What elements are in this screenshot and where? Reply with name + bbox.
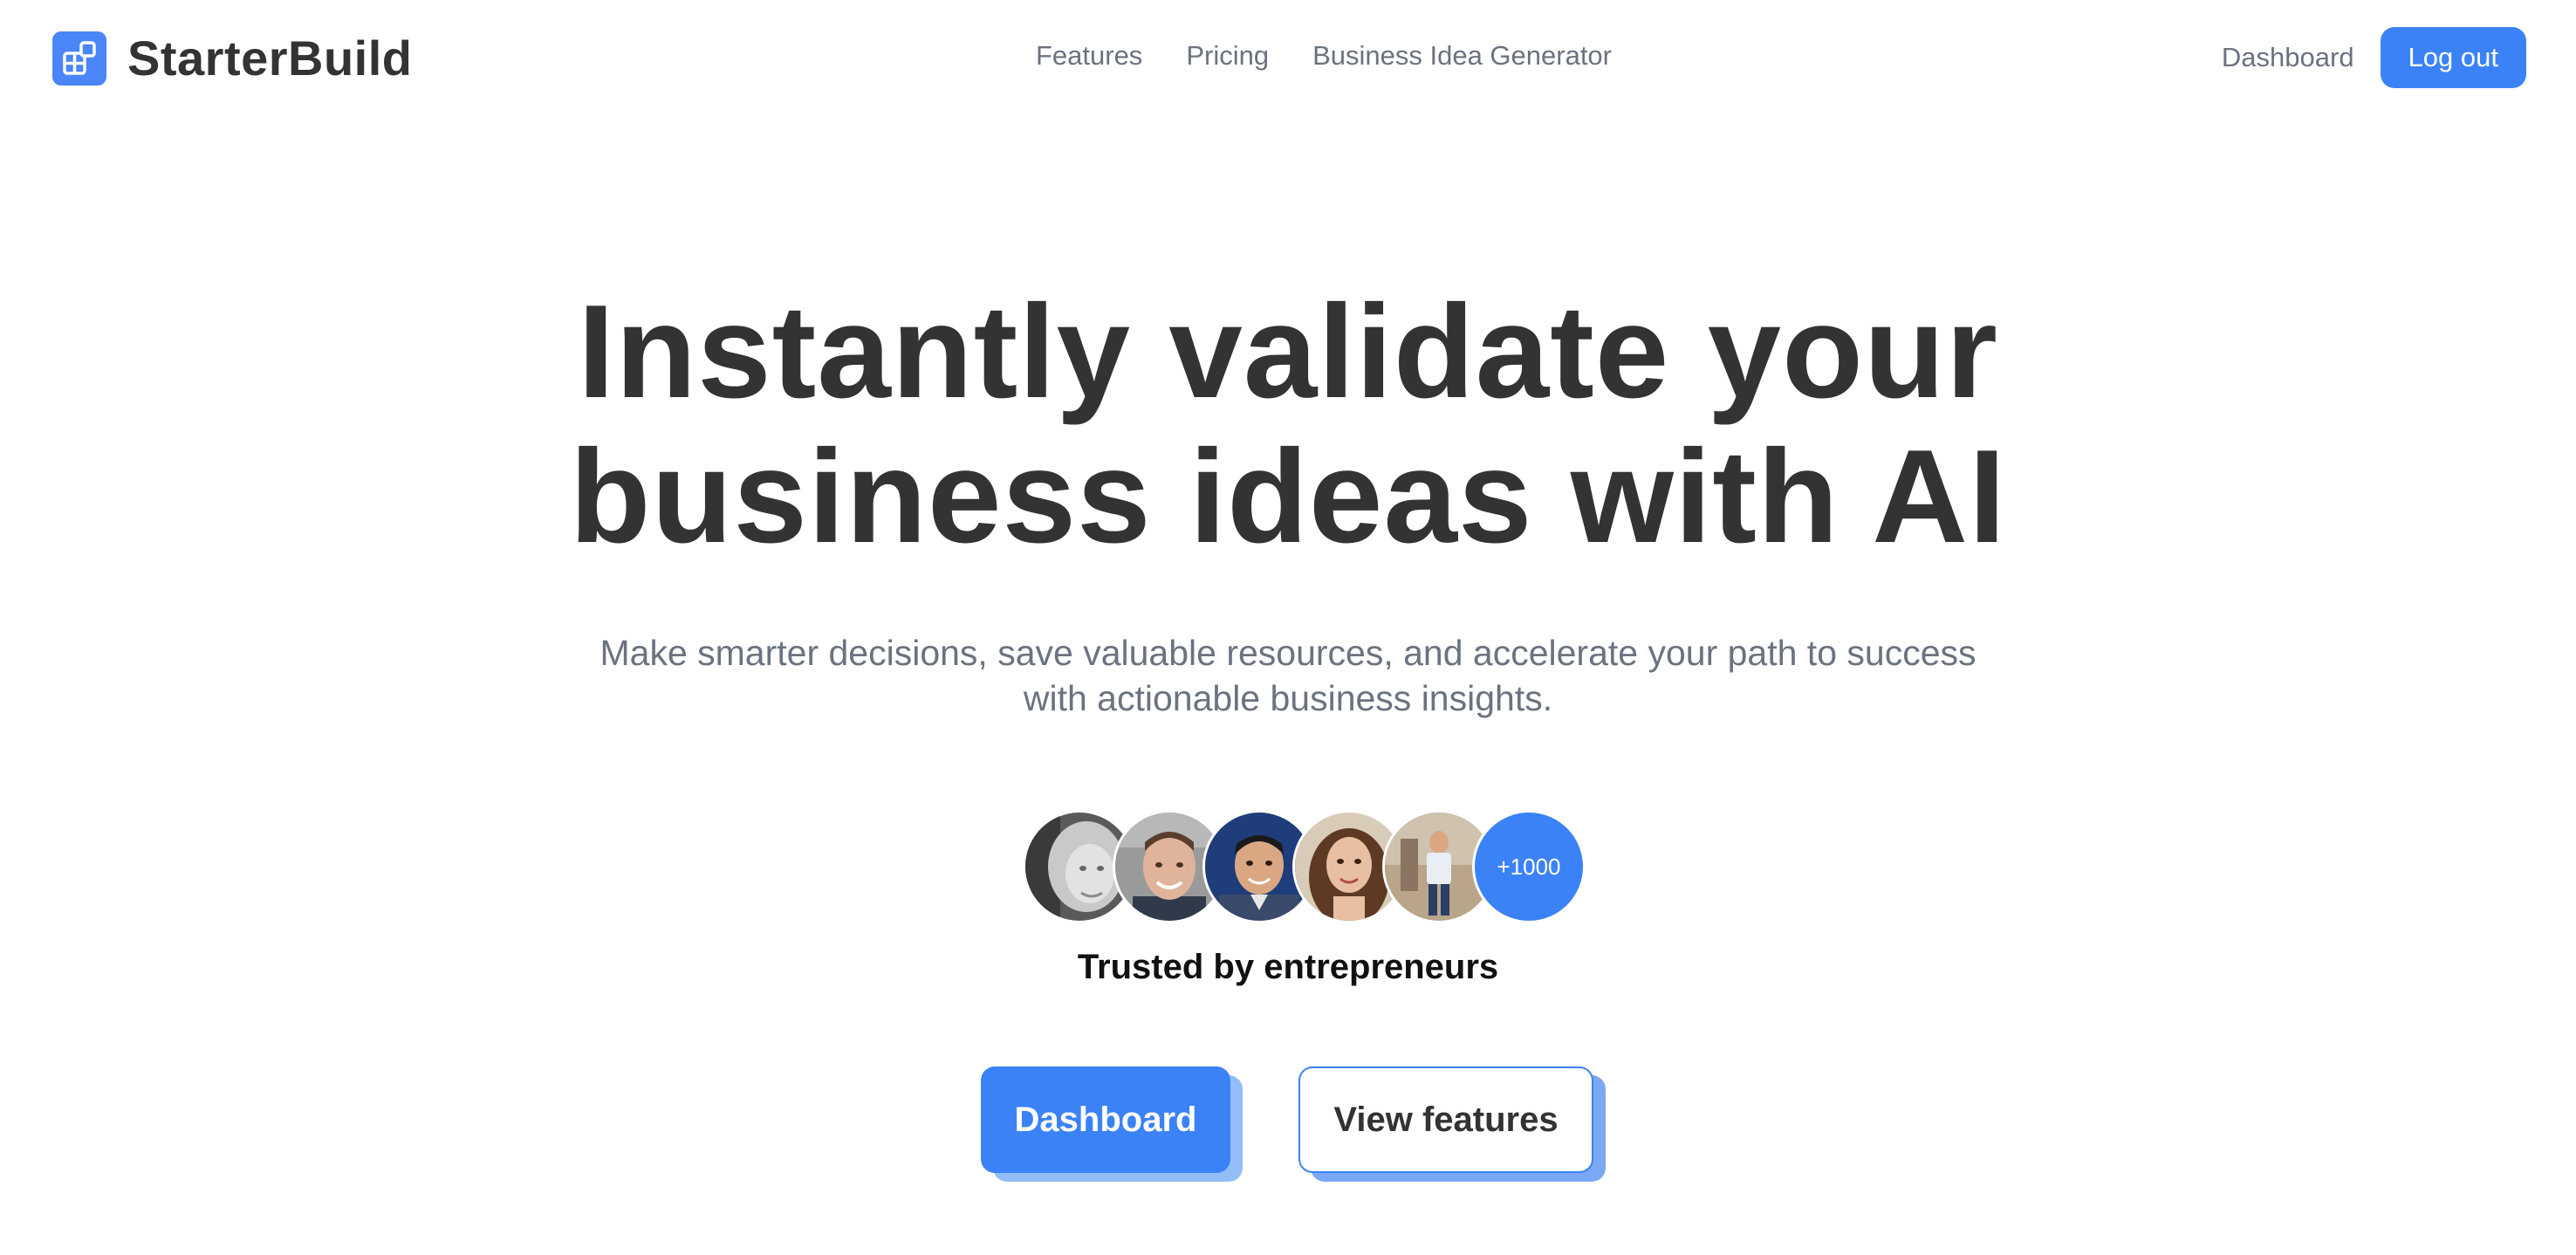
header-actions: Dashboard Log out: [2222, 27, 2526, 88]
nav-item-features[interactable]: Features: [1036, 40, 1142, 72]
brand-logo-link[interactable]: StarterBuild: [52, 30, 413, 86]
hero-subheadline-line-1: Make smarter decisions, save valuable re…: [599, 633, 1977, 673]
hero-subheadline-line-2: with actionable business insights.: [1023, 678, 1553, 718]
avatar-count-badge: +1000: [1472, 810, 1586, 923]
avatar-stack: +1000: [1023, 810, 1586, 923]
dashboard-cta-button[interactable]: Dashboard: [981, 1066, 1230, 1173]
hero-headline-line-1: Instantly validate your: [578, 278, 1998, 426]
brand-name: StarterBuild: [127, 31, 413, 86]
view-features-button[interactable]: View features: [1298, 1066, 1593, 1173]
header-dashboard-link[interactable]: Dashboard: [2222, 42, 2354, 73]
hero-subheadline: Make smarter decisions, save valuable re…: [0, 630, 2576, 721]
hero-headline: Instantly validate your business ideas w…: [0, 279, 2576, 569]
logout-button[interactable]: Log out: [2380, 27, 2526, 88]
nav-item-pricing[interactable]: Pricing: [1186, 40, 1269, 72]
hero-headline-line-2: business ideas with AI: [569, 422, 2007, 571]
nav-item-business-idea-generator[interactable]: Business Idea Generator: [1312, 40, 1612, 72]
trusted-label: Trusted by entrepreneurs: [1077, 948, 1499, 986]
grid-logo-icon: [52, 31, 106, 86]
site-header: StarterBuild Features Pricing Business I…: [0, 0, 2576, 115]
